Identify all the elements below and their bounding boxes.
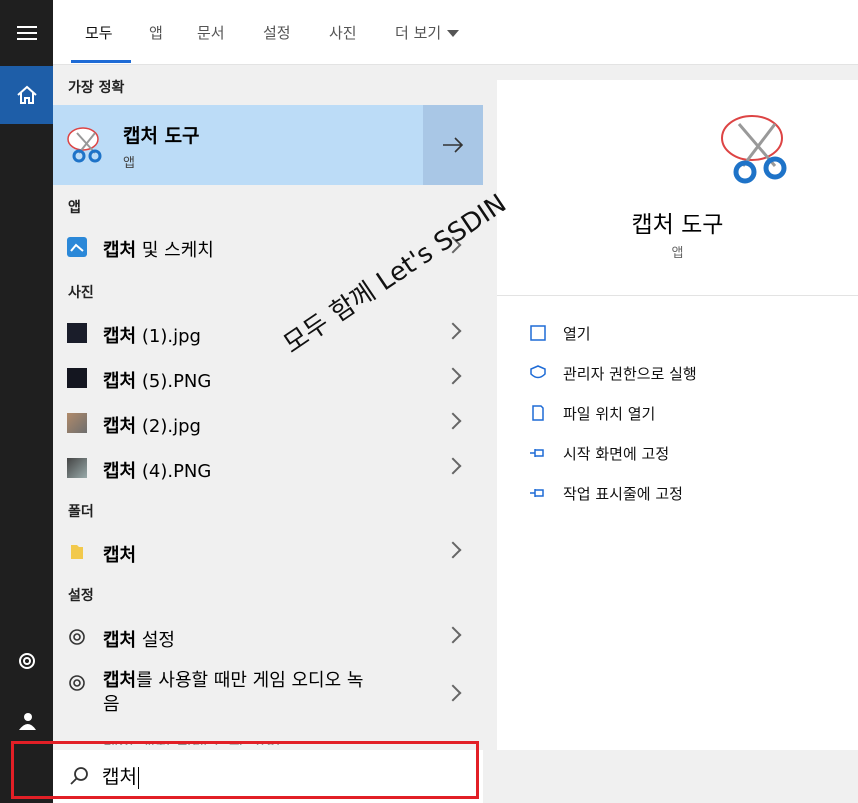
start-rail [0, 0, 53, 803]
arrow-right-icon [443, 137, 464, 153]
action-label: 작업 표시줄에 고정 [563, 484, 683, 503]
best-match-name: 캡처 도구 [123, 125, 200, 147]
chevron-right-icon [444, 412, 462, 430]
home-icon[interactable] [0, 66, 53, 124]
image-thumbnail-icon [67, 368, 87, 388]
action-open[interactable]: 열기 [527, 318, 591, 348]
action-run-as-admin[interactable]: 관리자 권한으로 실행 [527, 358, 697, 388]
chevron-right-icon [444, 541, 462, 559]
chevron-right-icon [444, 684, 462, 702]
gear-icon [67, 673, 87, 693]
action-label: 파일 위치 열기 [563, 404, 656, 423]
preview-panel: 캡처 도구 앱 열기 관리자 권한으로 실행 파일 위치 열기 시작 화면에 고… [497, 80, 858, 750]
tab-photos[interactable]: 사진 [329, 22, 357, 43]
active-tab-indicator [71, 60, 131, 63]
chevron-down-icon [447, 30, 460, 37]
section-settings: 설정 [68, 588, 94, 604]
list-item[interactable]: 캡처 (5).PNG [53, 358, 483, 398]
action-label: 관리자 권한으로 실행 [563, 364, 697, 383]
pin-icon [527, 482, 549, 504]
section-photos: 사진 [68, 285, 94, 301]
action-pin-start[interactable]: 시작 화면에 고정 [527, 438, 669, 468]
action-pin-taskbar[interactable]: 작업 표시줄에 고정 [527, 478, 683, 508]
list-item[interactable]: 캡처 (1).jpg [53, 313, 483, 353]
chevron-right-icon [444, 322, 462, 340]
section-folders: 폴더 [68, 504, 94, 520]
menu-icon[interactable] [0, 0, 53, 66]
image-thumbnail-icon [67, 323, 87, 343]
shield-icon [527, 362, 549, 384]
snip-sketch-icon [67, 237, 87, 257]
list-item-label: 캡처 (1).jpg [103, 326, 201, 347]
tab-all[interactable]: 모두 [85, 22, 113, 43]
tab-more[interactable]: 더 보기 [395, 22, 460, 43]
section-apps: 앱 [68, 200, 81, 216]
chevron-right-icon [444, 457, 462, 475]
list-item[interactable]: 캡처 (2).jpg [53, 403, 483, 443]
open-arrow-button[interactable] [423, 105, 483, 185]
action-open-file-location[interactable]: 파일 위치 열기 [527, 398, 655, 428]
list-item-label: 캡처 (5).PNG [103, 371, 212, 392]
list-item[interactable]: 캡처 설정 [53, 617, 483, 657]
list-item[interactable]: 캡처를 사용할 때만 게임 오디오 녹음 [53, 663, 483, 723]
list-item-label: 캡처 및 스케치 [103, 240, 214, 261]
list-item-label: 캡처 (4).PNG [103, 461, 212, 482]
tab-documents[interactable]: 문서 [197, 22, 225, 43]
tab-more-label: 더 보기 [395, 24, 442, 42]
file-location-icon [527, 402, 549, 424]
list-item[interactable]: 캡처 [53, 532, 483, 572]
filter-tabs: 모두 앱 문서 설정 사진 더 보기 [53, 0, 858, 65]
preview-app-name: 캡처 도구 [631, 212, 724, 238]
search-results: 가장 정확 캡처 도구 앱 앱 캡처 및 스케치 사진 캡처 (1).jpg 캡… [53, 65, 483, 745]
list-item-label: 캡처 (2).jpg [103, 416, 201, 437]
action-label: 시작 화면에 고정 [563, 444, 670, 463]
image-thumbnail-icon [67, 458, 87, 478]
pin-icon [527, 442, 549, 464]
preview-app-type: 앱 [671, 246, 684, 261]
divider [497, 295, 858, 296]
chevron-right-icon [444, 626, 462, 644]
action-label: 열기 [563, 324, 591, 343]
list-item-label: 캡처 설정 [103, 630, 175, 651]
list-item-label: 캡처 [103, 545, 137, 566]
highlight-outline [11, 741, 479, 799]
list-item-label: 캡처를 사용할 때만 게임 오디오 녹음 [103, 670, 364, 715]
user-icon[interactable] [0, 700, 53, 742]
snipping-tool-large-icon [717, 108, 797, 192]
image-thumbnail-icon [67, 413, 87, 433]
folder-icon [67, 542, 87, 562]
chevron-right-icon [444, 367, 462, 385]
section-best-match: 가장 정확 [68, 80, 125, 96]
tab-apps[interactable]: 앱 [149, 22, 163, 43]
open-icon [527, 322, 549, 344]
settings-gear-icon[interactable] [0, 640, 53, 682]
best-match-item[interactable]: 캡처 도구 앱 [53, 105, 483, 185]
best-match-type: 앱 [123, 156, 135, 171]
gear-icon [67, 627, 87, 647]
list-item[interactable]: 캡처 (4).PNG [53, 448, 483, 488]
tab-settings[interactable]: 설정 [263, 22, 291, 43]
snipping-tool-icon [65, 123, 109, 171]
